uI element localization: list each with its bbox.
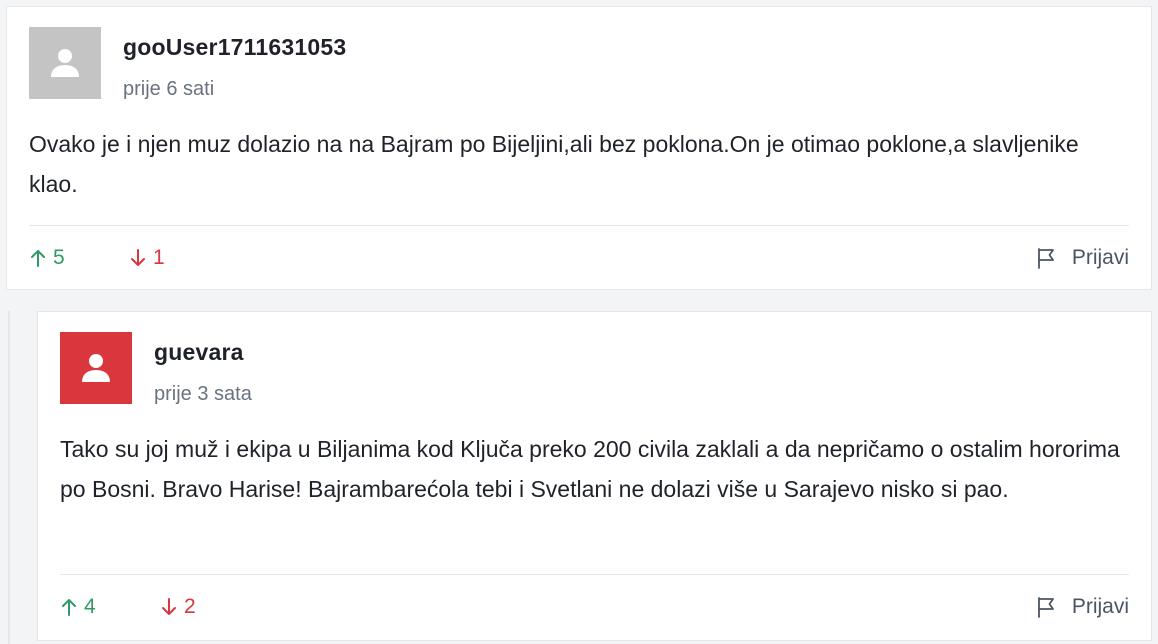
comment-divider (60, 574, 1129, 575)
upvote-count: 5 (53, 246, 65, 269)
avatar[interactable] (29, 27, 101, 99)
upvote-button[interactable]: 4 (60, 595, 160, 619)
user-silhouette-icon (82, 354, 110, 382)
comment-username[interactable]: guevara (154, 339, 244, 366)
reply-comment-card: guevara prije 3 sata Tako su joj muž i e… (37, 311, 1152, 641)
comment-card: gooUser1711631053 prije 6 sati Ovako je … (6, 6, 1152, 290)
avatar[interactable] (60, 332, 132, 404)
arrow-down-icon (131, 249, 145, 266)
report-label: Prijavi (1071, 246, 1129, 269)
reply-thread-line (8, 311, 10, 644)
flag-icon (1037, 248, 1054, 269)
user-silhouette-icon (51, 49, 79, 77)
comment-timestamp: prije 3 sata (154, 383, 252, 405)
arrow-up-icon (31, 250, 45, 267)
downvote-count: 1 (153, 246, 165, 269)
upvote-button[interactable]: 5 (29, 246, 129, 270)
comment-text: Ovako je i njen muz dolazio na na Bajram… (29, 131, 1079, 197)
comment-timestamp: prije 6 sati (123, 78, 215, 100)
flag-icon (1037, 597, 1054, 618)
report-button[interactable]: Prijavi (1036, 246, 1129, 270)
comment-footer: 5 1 Prijavi (29, 243, 1129, 273)
report-label: Prijavi (1071, 595, 1129, 618)
comment-divider (29, 225, 1129, 226)
downvote-count: 2 (184, 595, 196, 618)
comment-username[interactable]: gooUser1711631053 (123, 34, 346, 61)
report-button[interactable]: Prijavi (1036, 595, 1129, 619)
comment-footer: 4 2 Prijavi (60, 592, 1129, 622)
downvote-button[interactable]: 1 (129, 246, 165, 270)
upvote-count: 4 (84, 595, 96, 618)
comment-text: Tako su joj muž i ekipa u Biljanima kod … (60, 436, 1120, 502)
arrow-up-icon (62, 599, 76, 616)
downvote-button[interactable]: 2 (160, 595, 196, 619)
arrow-down-icon (162, 598, 176, 615)
